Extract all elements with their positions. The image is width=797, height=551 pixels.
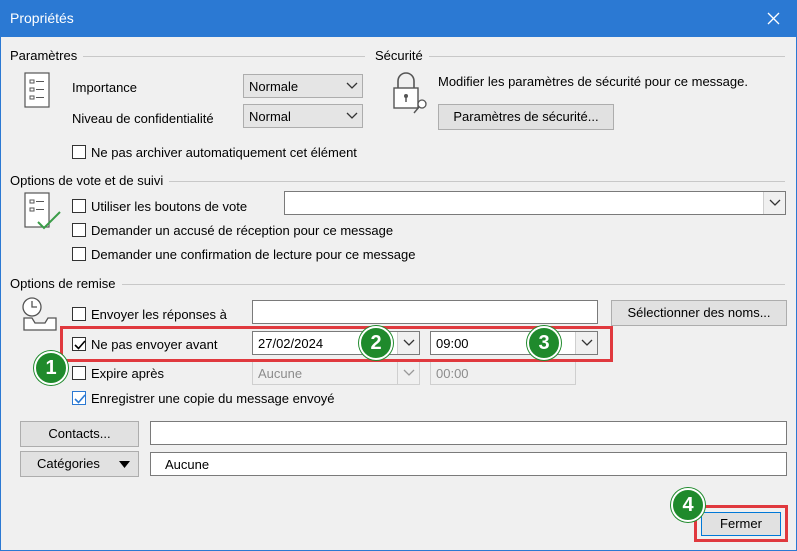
importance-value: Normale [249, 79, 299, 94]
highlight-close-button [694, 505, 788, 542]
step-badge-4: 4 [671, 488, 705, 522]
read-receipt-label: Demander une confirmation de lecture pou… [91, 247, 416, 262]
confidentialite-value: Normal [249, 109, 291, 124]
tracking-checklist-icon [24, 192, 61, 230]
importance-select[interactable]: Normale [243, 74, 363, 98]
expire-date-picker[interactable]: Aucune [252, 361, 420, 385]
divider [375, 56, 785, 57]
remise-section-label: Options de remise [10, 276, 122, 291]
properties-list-icon [24, 72, 50, 108]
expire-time-value: 00:00 [436, 366, 469, 381]
close-icon [767, 12, 780, 25]
chevron-down-icon [769, 199, 781, 206]
importance-label: Importance [72, 80, 138, 95]
delivery-clock-tray-icon [22, 297, 57, 331]
delivery-receipt-checkbox[interactable] [72, 223, 86, 237]
chevron-down-icon [403, 369, 415, 376]
securite-section-label: Sécurité [375, 48, 429, 63]
expire-checkbox[interactable] [72, 366, 86, 380]
save-copy-checkbox[interactable] [72, 391, 86, 405]
expire-time-picker[interactable]: 00:00 [430, 361, 576, 385]
categories-input[interactable]: Aucune [150, 452, 787, 476]
confidentialite-label: Niveau de confidentialité [72, 111, 214, 126]
security-lock-icon [393, 72, 427, 114]
reply-to-label: Envoyer les réponses à [91, 307, 227, 322]
vote-section-label: Options de vote et de suivi [10, 173, 170, 188]
expire-date-dropdown[interactable] [397, 362, 419, 384]
save-copy-label: Enregistrer une copie du message envoyé [91, 391, 335, 406]
expire-date-value: Aucune [258, 366, 303, 381]
checkmark-icon [74, 394, 86, 404]
security-settings-button[interactable]: Paramètres de sécurité... [438, 104, 614, 130]
reply-to-checkbox[interactable] [72, 307, 86, 321]
contacts-input[interactable] [150, 421, 787, 445]
contacts-button[interactable]: Contacts... [20, 421, 139, 447]
caret-down-icon [119, 461, 130, 468]
confidentialite-select[interactable]: Normal [243, 104, 363, 128]
select-names-button[interactable]: Sélectionner des noms... [611, 300, 787, 326]
delivery-receipt-label: Demander un accusé de réception pour ce … [91, 223, 394, 238]
divider [10, 284, 785, 285]
expire-label: Expire après [91, 366, 164, 381]
close-window-button[interactable] [751, 0, 797, 37]
security-description: Modifier les paramètres de sécurité pour… [438, 74, 748, 89]
title-bar: Propriétés [0, 0, 797, 37]
vote-buttons-select[interactable] [284, 191, 786, 215]
categories-button[interactable]: Catégories [20, 451, 139, 477]
no-archive-label: Ne pas archiver automatiquement cet élém… [91, 145, 357, 160]
reply-to-input[interactable] [252, 300, 598, 324]
step-badge-2: 2 [359, 326, 393, 360]
use-vote-buttons-label: Utiliser les boutons de vote [91, 199, 248, 214]
chevron-down-icon [346, 112, 358, 119]
use-vote-buttons-checkbox[interactable] [72, 199, 86, 213]
categories-label: Catégories [37, 456, 100, 471]
parametres-section-label: Paramètres [10, 48, 84, 63]
no-archive-checkbox[interactable] [72, 145, 86, 159]
read-receipt-checkbox[interactable] [72, 247, 86, 261]
step-badge-1: 1 [34, 351, 68, 385]
chevron-down-icon [346, 82, 358, 89]
step-badge-3: 3 [527, 326, 561, 360]
categories-value: Aucune [165, 457, 210, 472]
vote-dropdown-arrow[interactable] [763, 192, 785, 214]
window-title: Propriétés [10, 10, 74, 26]
